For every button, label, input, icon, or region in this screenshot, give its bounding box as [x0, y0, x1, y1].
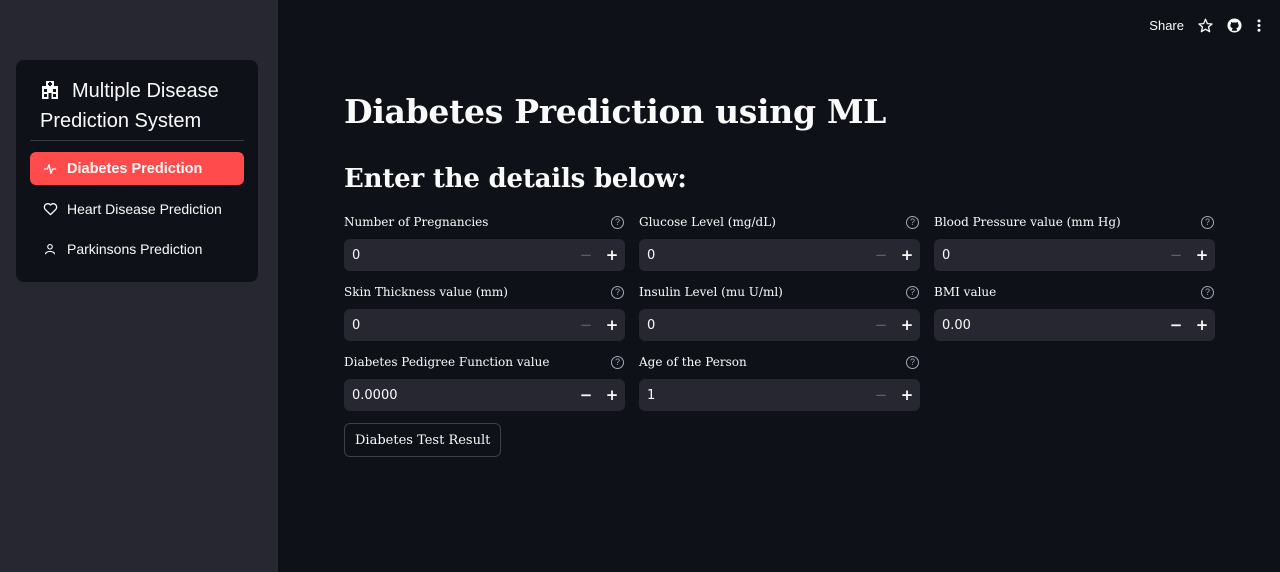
- heart-icon: [42, 201, 58, 217]
- hospital-icon: [40, 79, 60, 99]
- help-icon[interactable]: ?: [1201, 285, 1214, 299]
- insulin-field: Insulin Level (mu U/ml)? − +: [639, 284, 920, 341]
- sidebar-item-label: Parkinsons Prediction: [67, 240, 203, 257]
- field-label: Diabetes Pedigree Function value: [344, 355, 550, 369]
- pregnancies-field: Number of Pregnancies? − +: [344, 214, 625, 271]
- menu-title-text: Multiple Disease Prediction System: [40, 80, 219, 132]
- sidebar-item-parkinsons[interactable]: Parkinsons Prediction: [30, 232, 244, 265]
- help-icon[interactable]: ?: [906, 355, 919, 369]
- field-label: BMI value: [934, 285, 997, 299]
- number-input: − +: [344, 309, 625, 341]
- increment-button[interactable]: +: [599, 379, 625, 411]
- option-menu: Multiple Disease Prediction System Diabe…: [16, 60, 258, 282]
- number-input: − +: [344, 239, 625, 271]
- github-icon[interactable]: [1227, 14, 1242, 36]
- increment-button[interactable]: +: [599, 309, 625, 341]
- bmi-field: BMI value? − +: [934, 284, 1215, 341]
- increment-button[interactable]: +: [894, 309, 920, 341]
- skin-thickness-input[interactable]: [344, 309, 573, 341]
- age-input[interactable]: [639, 379, 868, 411]
- increment-button[interactable]: +: [894, 379, 920, 411]
- activity-icon: [42, 161, 58, 177]
- decrement-button[interactable]: −: [573, 309, 599, 341]
- share-button[interactable]: Share: [1149, 14, 1184, 36]
- age-field: Age of the Person? − +: [639, 354, 920, 411]
- more-menu-icon[interactable]: [1256, 14, 1262, 36]
- bmi-input[interactable]: [934, 309, 1163, 341]
- number-input: − +: [934, 239, 1215, 271]
- page-title: Diabetes Prediction using ML: [344, 92, 887, 131]
- person-icon: [42, 241, 58, 257]
- decrement-button[interactable]: −: [868, 379, 894, 411]
- blood-pressure-field: Blood Pressure value (mm Hg)? − +: [934, 214, 1215, 271]
- menu-divider: [30, 140, 244, 141]
- sidebar-item-heart-disease[interactable]: Heart Disease Prediction: [30, 192, 244, 225]
- star-icon[interactable]: [1198, 14, 1213, 36]
- field-label: Glucose Level (mg/dL): [639, 215, 776, 229]
- insulin-input[interactable]: [639, 309, 868, 341]
- help-icon[interactable]: ?: [1201, 215, 1214, 229]
- pedigree-function-input[interactable]: [344, 379, 573, 411]
- field-label: Skin Thickness value (mm): [344, 285, 508, 299]
- glucose-input[interactable]: [639, 239, 868, 271]
- increment-button[interactable]: +: [599, 239, 625, 271]
- help-icon[interactable]: ?: [611, 355, 624, 369]
- number-input: − +: [639, 309, 920, 341]
- diabetes-test-result-button[interactable]: Diabetes Test Result: [344, 423, 502, 457]
- increment-button[interactable]: +: [1189, 239, 1215, 271]
- field-label: Number of Pregnancies: [344, 215, 489, 229]
- decrement-button[interactable]: −: [868, 309, 894, 341]
- number-input: − +: [639, 379, 920, 411]
- pedigree-function-field: Diabetes Pedigree Function value? − +: [344, 354, 625, 411]
- sidebar: Multiple Disease Prediction System Diabe…: [0, 0, 278, 572]
- help-icon[interactable]: ?: [906, 215, 919, 229]
- number-input: − +: [934, 309, 1215, 341]
- sidebar-item-label: Diabetes Prediction: [67, 160, 203, 177]
- section-subtitle: Enter the details below:: [344, 164, 687, 194]
- help-icon[interactable]: ?: [611, 215, 624, 229]
- top-toolbar: Share: [1149, 14, 1262, 36]
- blood-pressure-input[interactable]: [934, 239, 1163, 271]
- decrement-button[interactable]: −: [573, 239, 599, 271]
- decrement-button[interactable]: −: [1163, 309, 1189, 341]
- field-label: Blood Pressure value (mm Hg): [934, 215, 1121, 229]
- help-icon[interactable]: ?: [611, 285, 624, 299]
- field-label: Insulin Level (mu U/ml): [639, 285, 783, 299]
- help-icon[interactable]: ?: [906, 285, 919, 299]
- decrement-button[interactable]: −: [868, 239, 894, 271]
- glucose-field: Glucose Level (mg/dL)? − +: [639, 214, 920, 271]
- decrement-button[interactable]: −: [573, 379, 599, 411]
- pregnancies-input[interactable]: [344, 239, 573, 271]
- field-label: Age of the Person: [639, 355, 747, 369]
- number-input: − +: [344, 379, 625, 411]
- number-input: − +: [639, 239, 920, 271]
- increment-button[interactable]: +: [1189, 309, 1215, 341]
- decrement-button[interactable]: −: [1163, 239, 1189, 271]
- increment-button[interactable]: +: [894, 239, 920, 271]
- skin-thickness-field: Skin Thickness value (mm)? − +: [344, 284, 625, 341]
- sidebar-item-diabetes[interactable]: Diabetes Prediction: [30, 152, 244, 185]
- menu-title: Multiple Disease Prediction System: [40, 76, 240, 136]
- sidebar-item-label: Heart Disease Prediction: [67, 200, 222, 217]
